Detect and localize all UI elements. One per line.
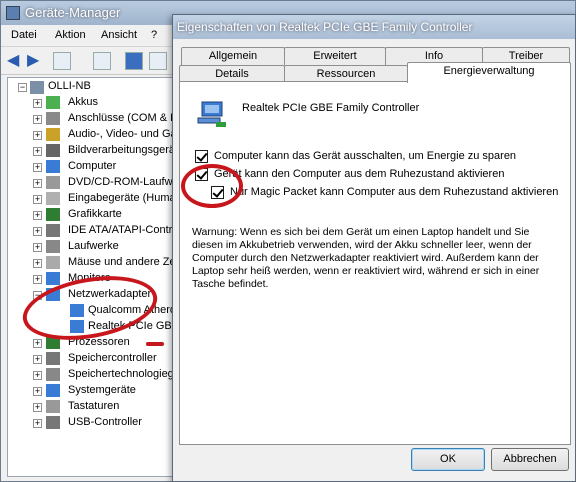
menu-ansicht[interactable]: Ansicht [101, 29, 137, 41]
list-icon[interactable] [93, 52, 111, 70]
forward-arrow-icon[interactable]: ▶ [27, 52, 45, 70]
camera-icon [46, 144, 60, 157]
checkbox-allow-power-off[interactable] [195, 150, 208, 163]
option-magic-packet[interactable]: Nur Magic Packet kann Computer aus dem R… [230, 186, 558, 198]
collapse-icon[interactable]: − [18, 83, 27, 92]
properties-icon[interactable] [53, 52, 71, 70]
dvd-icon [46, 176, 60, 189]
ide-icon [46, 224, 60, 237]
battery-icon [46, 96, 60, 109]
tab-erweitert[interactable]: Erweitert [284, 47, 386, 65]
power-management-panel: Realtek PCIe GBE Family Controller Compu… [179, 81, 571, 445]
menu-aktion[interactable]: Aktion [55, 29, 86, 41]
keyboard-icon [46, 400, 60, 413]
hid-icon [46, 192, 60, 205]
graphics-icon [46, 208, 60, 221]
port-icon [46, 112, 60, 125]
dialog-titlebar: Eigenschaften von Realtek PCIe GBE Famil… [173, 15, 575, 39]
computer-icon [46, 160, 60, 173]
usb-icon [46, 416, 60, 429]
dialog-title: Eigenschaften von Realtek PCIe GBE Famil… [177, 20, 473, 34]
back-arrow-icon[interactable]: ◀ [7, 52, 25, 70]
scan-icon[interactable] [149, 52, 167, 70]
device-manager-title: Geräte-Manager [25, 5, 121, 20]
tab-energieverwaltung[interactable]: Energieverwaltung [407, 62, 571, 83]
system-icon [46, 384, 60, 397]
menu-help[interactable]: ? [151, 29, 157, 41]
menu-datei[interactable]: Datei [11, 29, 37, 41]
warning-text: Warnung: Wenn es sich bei dem Gerät um e… [192, 226, 540, 290]
device-name: Realtek PCIe GBE Family Controller [242, 102, 420, 114]
tab-allgemein[interactable]: Allgemein [181, 47, 285, 65]
mouse-icon [46, 256, 60, 269]
help-icon[interactable] [125, 52, 143, 70]
annotation-oval-wake [181, 164, 243, 208]
storage-controller-icon [46, 352, 60, 365]
cancel-button[interactable]: Abbrechen [491, 448, 569, 471]
option-wake-computer[interactable]: Gerät kann den Computer aus dem Ruhezust… [214, 168, 504, 180]
monitor-icon [46, 272, 60, 285]
annotation-mark [146, 342, 164, 346]
tree-root[interactable]: OLLI-NB [48, 78, 91, 94]
device-manager-icon [6, 6, 20, 20]
properties-dialog: Eigenschaften von Realtek PCIe GBE Famil… [172, 14, 576, 482]
audio-icon [46, 128, 60, 141]
drive-icon [46, 240, 60, 253]
storage-tech-icon [46, 368, 60, 381]
computer-icon [30, 81, 44, 94]
ok-button[interactable]: OK [411, 448, 485, 471]
option-allow-power-off[interactable]: Computer kann das Gerät ausschalten, um … [214, 150, 516, 162]
network-adapter-icon [197, 101, 226, 127]
